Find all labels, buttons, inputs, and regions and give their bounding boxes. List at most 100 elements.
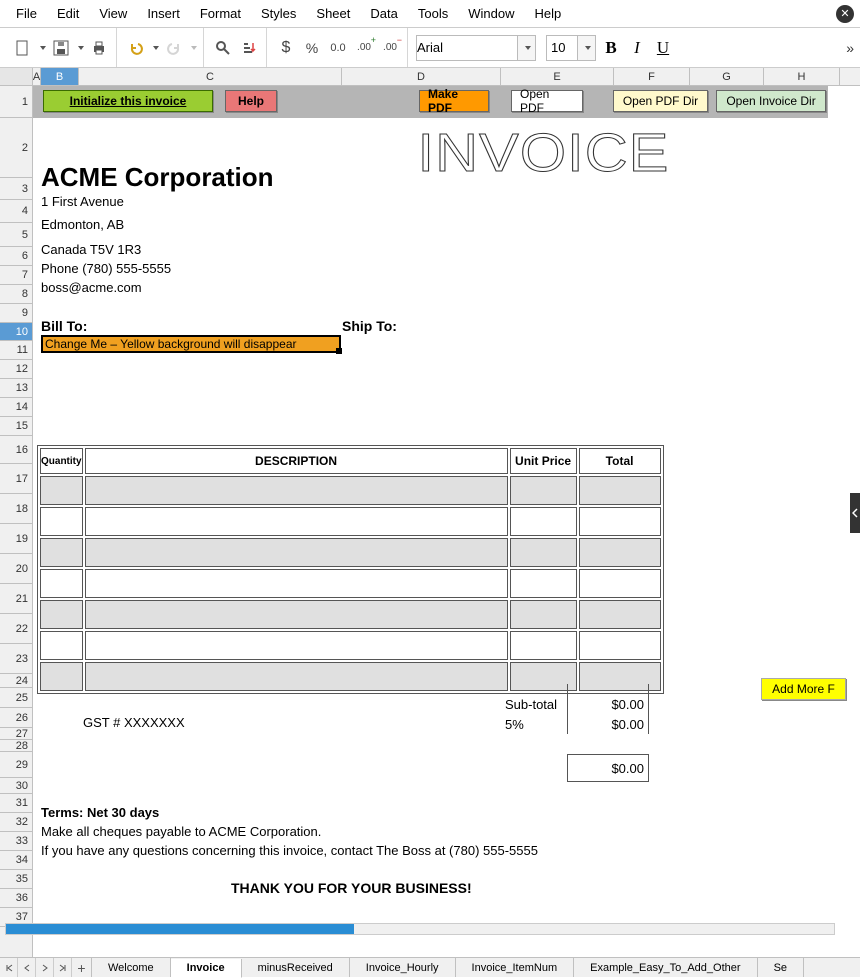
row-header-21[interactable]: 21 — [0, 584, 32, 614]
col-header-A[interactable]: A — [33, 68, 41, 85]
cell[interactable] — [579, 569, 661, 598]
row-header-17[interactable]: 17 — [0, 464, 32, 494]
bold-button[interactable]: B — [600, 38, 622, 58]
menu-view[interactable]: View — [89, 2, 137, 25]
row-header-27[interactable]: 27 — [0, 728, 32, 740]
cell[interactable] — [85, 600, 508, 629]
sheet-tab-Invoice[interactable]: Invoice — [171, 959, 242, 978]
tab-first-icon[interactable] — [0, 958, 18, 977]
menu-edit[interactable]: Edit — [47, 2, 89, 25]
row-header-32[interactable]: 32 — [0, 813, 32, 832]
currency-button[interactable]: $ — [275, 37, 297, 59]
col-header-C[interactable]: C — [79, 68, 342, 85]
font-size-input[interactable] — [547, 40, 577, 55]
cell[interactable] — [579, 538, 661, 567]
cell[interactable] — [510, 569, 577, 598]
menu-help[interactable]: Help — [524, 2, 571, 25]
sheet-tab-Invoice_ItemNum[interactable]: Invoice_ItemNum — [456, 958, 575, 977]
menu-sheet[interactable]: Sheet — [306, 2, 360, 25]
new-button[interactable] — [12, 37, 34, 59]
cell[interactable] — [40, 569, 83, 598]
tab-last-icon[interactable] — [54, 958, 72, 977]
cell[interactable] — [579, 631, 661, 660]
row-header-14[interactable]: 14 — [0, 398, 32, 417]
cell[interactable] — [85, 631, 508, 660]
cell[interactable] — [510, 476, 577, 505]
row-header-8[interactable]: 8 — [0, 285, 32, 304]
row-header-2[interactable]: 2 — [0, 118, 32, 178]
menu-file[interactable]: File — [6, 2, 47, 25]
find-button[interactable] — [212, 37, 234, 59]
percent-button[interactable]: % — [301, 37, 323, 59]
remove-decimal-button[interactable]: .00− — [379, 37, 401, 59]
row-header-29[interactable]: 29 — [0, 752, 32, 778]
menu-window[interactable]: Window — [458, 2, 524, 25]
row-header-4[interactable]: 4 — [0, 200, 32, 223]
font-size-dropdown[interactable] — [577, 36, 595, 60]
menu-insert[interactable]: Insert — [137, 2, 190, 25]
row-header-9[interactable]: 9 — [0, 304, 32, 323]
save-dropdown-icon[interactable] — [78, 46, 84, 50]
underline-button[interactable]: U — [652, 38, 674, 58]
redo-dropdown-icon[interactable] — [191, 46, 197, 50]
row-header-20[interactable]: 20 — [0, 554, 32, 584]
sheet-tab-Example_Easy_To_Add_Other[interactable]: Example_Easy_To_Add_Other — [574, 958, 757, 977]
row-header-7[interactable]: 7 — [0, 266, 32, 285]
cell[interactable] — [40, 600, 83, 629]
open-pdf-button[interactable]: Open PDF — [511, 90, 583, 112]
sheet-tab-Invoice_Hourly[interactable]: Invoice_Hourly — [350, 958, 456, 977]
undo-button[interactable] — [125, 37, 147, 59]
make-pdf-button[interactable]: Make PDF — [419, 90, 489, 112]
cell[interactable] — [579, 476, 661, 505]
fill-handle[interactable] — [336, 348, 342, 354]
cell[interactable] — [510, 507, 577, 536]
sheet-tab-Se[interactable]: Se — [758, 958, 804, 977]
row-header-5[interactable]: 5 — [0, 223, 32, 247]
row-header-22[interactable]: 22 — [0, 614, 32, 644]
font-name-dropdown[interactable] — [517, 36, 535, 60]
close-icon[interactable]: ✕ — [836, 5, 854, 23]
add-decimal-button[interactable]: .00+ — [353, 37, 375, 59]
cell[interactable] — [85, 476, 508, 505]
row-header-23[interactable]: 23 — [0, 644, 32, 674]
cells-area[interactable]: Initialize this invoice Help Make PDF Op… — [33, 86, 860, 957]
cell[interactable] — [40, 507, 83, 536]
cell[interactable] — [85, 538, 508, 567]
cell[interactable] — [40, 538, 83, 567]
tab-prev-icon[interactable] — [18, 958, 36, 977]
col-header-D[interactable]: D — [342, 68, 501, 85]
scroll-thumb[interactable] — [6, 924, 354, 934]
sort-button[interactable] — [238, 37, 260, 59]
cell[interactable] — [40, 631, 83, 660]
col-header-G[interactable]: G — [690, 68, 764, 85]
row-header-1[interactable]: 1 — [0, 86, 32, 118]
row-header-13[interactable]: 13 — [0, 379, 32, 398]
select-all-corner[interactable] — [0, 68, 33, 85]
bill-to-input[interactable]: Change Me – Yellow background will disap… — [41, 335, 341, 353]
sheet-tab-minusReceived[interactable]: minusReceived — [242, 958, 350, 977]
italic-button[interactable]: I — [626, 38, 648, 58]
row-header-31[interactable]: 31 — [0, 794, 32, 813]
row-header-16[interactable]: 16 — [0, 436, 32, 464]
row-header-34[interactable]: 34 — [0, 851, 32, 870]
cell[interactable] — [579, 507, 661, 536]
cell[interactable] — [510, 631, 577, 660]
row-header-25[interactable]: 25 — [0, 688, 32, 708]
col-header-E[interactable]: E — [501, 68, 614, 85]
col-header-B[interactable]: B — [41, 68, 79, 85]
number-format-button[interactable]: 0.0 — [327, 37, 349, 59]
row-header-6[interactable]: 6 — [0, 247, 32, 266]
cell[interactable] — [510, 600, 577, 629]
row-header-3[interactable]: 3 — [0, 178, 32, 200]
print-button[interactable] — [88, 37, 110, 59]
cell[interactable] — [40, 476, 83, 505]
cell[interactable] — [40, 662, 83, 691]
horizontal-scrollbar[interactable] — [5, 923, 835, 935]
cell[interactable] — [85, 507, 508, 536]
cell[interactable] — [510, 538, 577, 567]
row-header-24[interactable]: 24 — [0, 674, 32, 688]
sheet-tab-Welcome[interactable]: Welcome — [92, 958, 171, 977]
row-header-12[interactable]: 12 — [0, 360, 32, 379]
font-name-input[interactable] — [417, 40, 517, 55]
menu-tools[interactable]: Tools — [408, 2, 458, 25]
